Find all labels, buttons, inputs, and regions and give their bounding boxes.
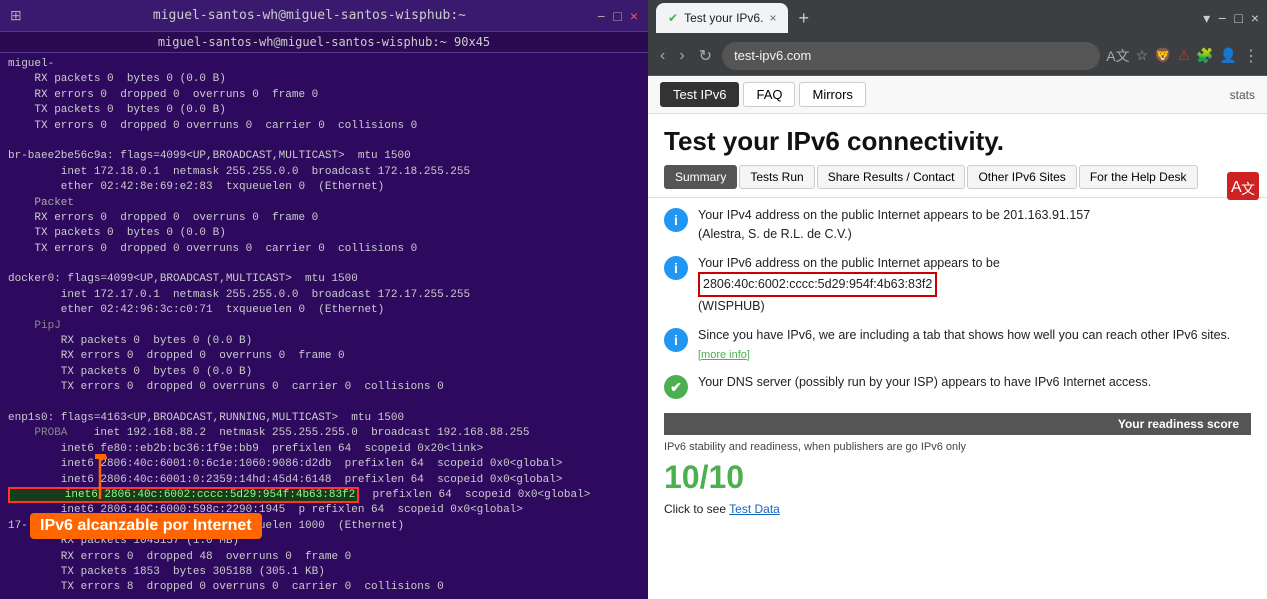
bookmark-icon[interactable]: ☆ [1136, 47, 1149, 64]
brave-shield-icon[interactable]: 🦁 [1154, 47, 1171, 64]
address-bar[interactable] [722, 42, 1100, 70]
close-btn[interactable]: × [630, 8, 638, 24]
close-browser-btn[interactable]: × [1251, 10, 1259, 27]
more-info-link[interactable]: [more info] [698, 349, 750, 361]
grid-icon: ⊞ [10, 7, 22, 24]
ipv6-address-highlight: 2806:40c:6002:cccc:5d29:954f:4b63:83f2 [698, 272, 937, 297]
ipv6-result-text: Your IPv6 address on the public Internet… [698, 254, 1251, 316]
nav-tab-test-ipv6[interactable]: Test IPv6 [660, 82, 739, 107]
page-title: Test your IPv6 connectivity. [648, 114, 1267, 165]
readiness-sub-text: IPv6 stability and readiness, when publi… [664, 439, 1251, 455]
tab-help-desk[interactable]: For the Help Desk [1079, 165, 1198, 189]
test-data-link[interactable]: Test Data [729, 502, 780, 516]
new-tab-btn[interactable]: + [792, 6, 815, 31]
readiness-score: 10/10 [664, 459, 744, 496]
maximize-browser-btn[interactable]: □ [1234, 10, 1242, 27]
tab-other-ipv6[interactable]: Other IPv6 Sites [967, 165, 1076, 189]
ipv4-result-row: i Your IPv4 address on the public Intern… [664, 206, 1251, 244]
browser-content: Test IPv6 FAQ Mirrors stats Test your IP… [648, 76, 1267, 599]
warning-icon: ⚠ [1178, 47, 1191, 64]
minimize-btn[interactable]: − [597, 8, 605, 24]
forward-btn[interactable]: › [675, 45, 688, 67]
tab-favicon: ✔ [668, 11, 678, 25]
nav-tab-faq[interactable]: FAQ [743, 82, 795, 107]
tab-summary[interactable]: Summary [664, 165, 737, 189]
terminal-titlebar: ⊞ miguel-santos-wh@miguel-santos-wisphub… [0, 0, 648, 32]
more-options-icon[interactable]: ⋮ [1243, 46, 1259, 66]
terminal-title: miguel-santos-wh@miguel-santos-wisphub:~ [153, 8, 466, 23]
results-content: i Your IPv4 address on the public Intern… [648, 198, 1267, 524]
info-icon-3: i [664, 328, 688, 352]
tab-close-btn[interactable]: × [769, 11, 776, 25]
reload-btn[interactable]: ↻ [695, 44, 716, 68]
tab-title: Test your IPv6. [684, 11, 763, 25]
browser-window: ✔ Test your IPv6. × + ▾ − □ × ‹ › ↻ A文 ☆… [648, 0, 1267, 599]
readiness-score-bar: Your readiness score [664, 413, 1251, 435]
dns-result-text: Your DNS server (possibly run by your IS… [698, 373, 1251, 392]
results-tabs: Summary Tests Run Share Results / Contac… [648, 165, 1267, 198]
browser-controls: ‹ › ↻ A文 ☆ 🦁 ⚠ 🧩 👤 ⋮ [648, 36, 1267, 76]
profile-icon[interactable]: 👤 [1220, 47, 1237, 64]
info-icon-2: i [664, 256, 688, 280]
extensions-icon[interactable]: 🧩 [1196, 47, 1213, 64]
tab-share-results[interactable]: Share Results / Contact [817, 165, 966, 189]
browser-titlebar: ✔ Test your IPv6. × + ▾ − □ × [648, 0, 1267, 36]
ipv4-result-text: Your IPv4 address on the public Internet… [698, 206, 1251, 244]
active-tab[interactable]: ✔ Test your IPv6. × [656, 3, 788, 33]
ipv6-result-row: i Your IPv6 address on the public Intern… [664, 254, 1251, 316]
chevron-down-icon[interactable]: ▾ [1203, 10, 1210, 27]
tab-overflow-btn[interactable]: ▾ − □ × [1203, 10, 1259, 27]
tab-bar: ✔ Test your IPv6. × + [656, 3, 815, 33]
terminal-body: miguel- RX packets 0 bytes 0 (0.0 B) RX … [0, 53, 648, 599]
test-data-link-container: Click to see Test Data [664, 502, 1251, 516]
check-icon: ✔ [664, 375, 688, 399]
svg-text:文: 文 [1241, 181, 1255, 197]
nav-tab-mirrors[interactable]: Mirrors [799, 82, 865, 107]
terminal-subtitle: miguel-santos-wh@miguel-santos-wisphub:~… [0, 32, 648, 53]
minimize-browser-btn[interactable]: − [1218, 10, 1226, 27]
ipv6-tab-info-row: i Since you have IPv6, we are including … [664, 326, 1251, 364]
dns-result-row: ✔ Your DNS server (possibly run by your … [664, 373, 1251, 399]
site-nav: Test IPv6 FAQ Mirrors stats [648, 76, 1267, 114]
terminal-controls[interactable]: − □ × [597, 8, 638, 24]
maximize-btn[interactable]: □ [613, 8, 621, 24]
tab-tests-run[interactable]: Tests Run [739, 165, 814, 189]
browser-icons: A文 ☆ 🦁 ⚠ 🧩 👤 ⋮ [1106, 46, 1259, 66]
click-to-see-text: Click to see [664, 502, 726, 516]
ipv6-annotation: IPv6 alcanzable por Internet [30, 513, 262, 539]
info-icon-1: i [664, 208, 688, 232]
ipv6-tab-info-text: Since you have IPv6, we are including a … [698, 326, 1251, 364]
back-btn[interactable]: ‹ [656, 45, 669, 67]
translate-popup-icon[interactable]: A 文 [1227, 172, 1259, 207]
stats-link[interactable]: stats [1230, 88, 1255, 102]
translate-icon[interactable]: A文 [1106, 46, 1129, 66]
terminal-window: ⊞ miguel-santos-wh@miguel-santos-wisphub… [0, 0, 648, 599]
